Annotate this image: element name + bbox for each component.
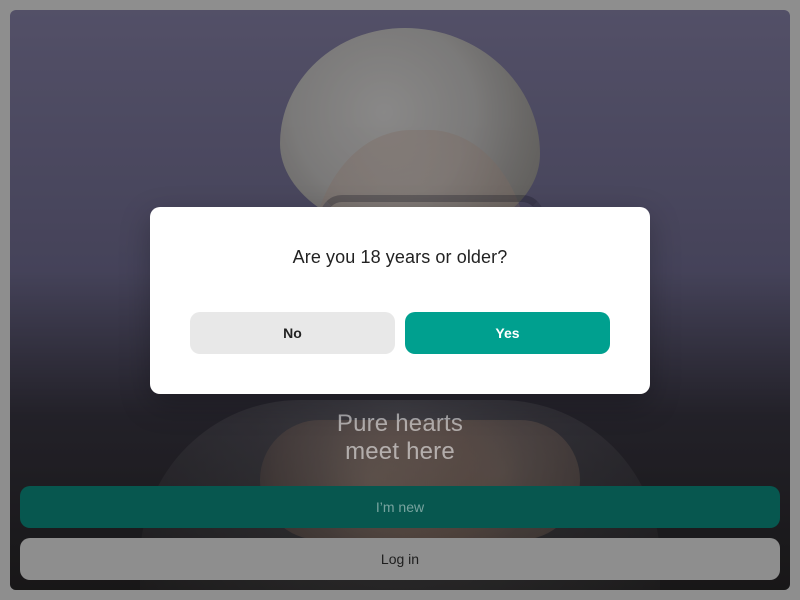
age-no-button[interactable]: No [190,312,395,354]
tagline: Pure hearts meet here [10,410,790,466]
new-user-button[interactable]: I’m new [20,486,780,528]
age-question: Are you 18 years or older? [292,247,508,267]
login-button[interactable]: Log in [20,538,780,580]
tagline-line-1: Pure hearts [336,410,464,437]
age-yes-button[interactable]: Yes [405,312,610,354]
tagline-line-2: meet here [345,438,455,465]
age-confirmation-modal: Are you 18 years or older? No Yes [150,207,650,394]
